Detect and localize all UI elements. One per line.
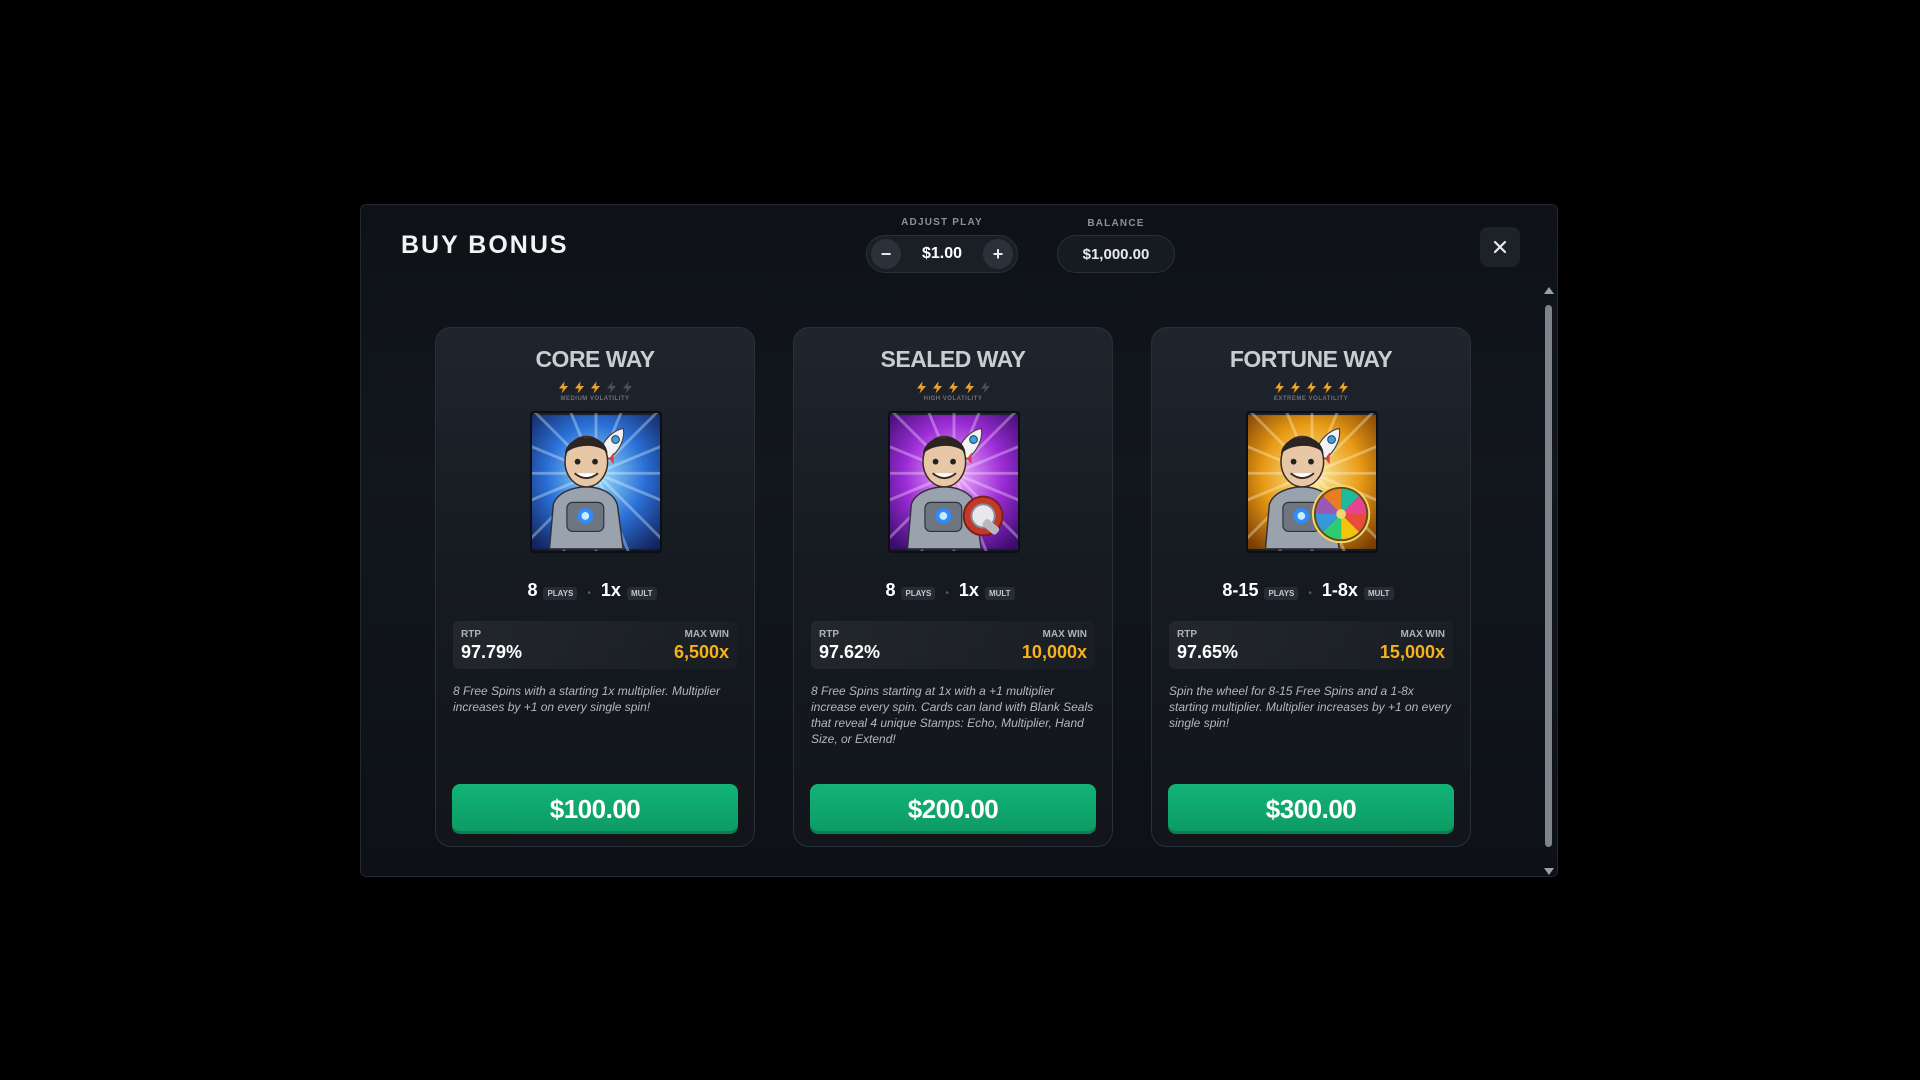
plays-count: 8-15	[1222, 580, 1259, 600]
bonus-description: Spin the wheel for 8-15 Free Spins and a…	[1169, 684, 1452, 730]
max-win-label: MAX WIN	[1400, 629, 1445, 640]
mult-unit: MULT	[1363, 587, 1394, 600]
rtp-value: 97.65%	[1177, 642, 1239, 662]
rtp-label: RTP	[461, 629, 481, 640]
plays-unit: PLAYS	[901, 587, 936, 600]
spec-row: 8 PLAYS • 1x MULT	[794, 580, 1112, 601]
lightning-bolt-icon	[932, 381, 942, 394]
lightning-bolt-icon	[574, 381, 584, 394]
plays-count: 8	[527, 580, 538, 600]
max-win-label: MAX WIN	[1042, 629, 1087, 640]
rtp-value: 97.62%	[819, 642, 881, 662]
lightning-bolt-icon	[606, 381, 616, 394]
card-title: CORE WAY	[535, 346, 655, 372]
spec-row: 8-15 PLAYS • 1-8x MULT	[1152, 580, 1470, 601]
lightning-bolt-icon	[1322, 381, 1332, 394]
plays-unit: PLAYS	[1264, 587, 1299, 600]
play-amount: $1.00	[921, 245, 963, 262]
spec-separator: •	[587, 588, 591, 599]
card-title: FORTUNE WAY	[1229, 346, 1393, 372]
spec-row: 8 PLAYS • 1x MULT	[436, 580, 754, 601]
volatility-label: EXTREME VOLATILITY	[1273, 396, 1349, 402]
mult-value: 1x	[600, 580, 621, 600]
max-win-label: MAX WIN	[684, 629, 729, 640]
volatility-rating	[436, 381, 754, 394]
lightning-bolt-icon	[558, 381, 568, 394]
balance-label: BALANCE	[1087, 218, 1145, 229]
plays-count: 8	[885, 580, 896, 600]
bonus-artwork	[888, 411, 1020, 553]
stats-panel: RTP 97.62% MAX WIN 10,000x	[811, 621, 1095, 669]
close-button[interactable]	[1480, 227, 1520, 267]
bonus-artwork	[1246, 411, 1378, 553]
rtp-value: 97.79%	[461, 642, 523, 662]
decrease-play-button[interactable]: −	[871, 239, 901, 269]
bonus-card-fortune-way: FORTUNE WAY EXTREME VOLATILITY 8-15 PLAY…	[1151, 327, 1471, 847]
lightning-bolt-icon	[980, 381, 990, 394]
plays-unit: PLAYS	[543, 587, 578, 600]
volatility-label: HIGH VOLATILITY	[923, 396, 983, 402]
scroll-up-arrow-icon[interactable]	[1544, 287, 1554, 294]
bonus-card-sealed-way: SEALED WAY HIGH VOLATILITY 8 PLAYS • 1x …	[793, 327, 1113, 847]
lightning-bolt-icon	[590, 381, 600, 394]
buy-bonus-modal: BUY BONUS ADJUST PLAY − $1.00 + BALANCE …	[360, 204, 1558, 877]
buy-button[interactable]: $100.00	[452, 784, 738, 834]
volatility-label: MEDIUM VOLATILITY	[560, 396, 630, 402]
max-win-value: 6,500x	[673, 642, 729, 662]
buy-button[interactable]: $300.00	[1168, 784, 1454, 834]
lightning-bolt-icon	[1306, 381, 1316, 394]
mult-unit: MULT	[984, 587, 1015, 600]
stats-panel: RTP 97.65% MAX WIN 15,000x	[1169, 621, 1453, 669]
bonus-card-core-way: CORE WAY MEDIUM VOLATILITY 8 PLAYS • 1x …	[435, 327, 755, 847]
lightning-bolt-icon	[622, 381, 632, 394]
spec-separator: •	[1308, 588, 1312, 599]
max-win-value: 15,000x	[1379, 642, 1445, 662]
max-win-value: 10,000x	[1021, 642, 1087, 662]
balance-value: $1,000.00	[1057, 235, 1175, 273]
lightning-bolt-icon	[964, 381, 974, 394]
rtp-label: RTP	[819, 629, 839, 640]
rtp-label: RTP	[1177, 629, 1197, 640]
mult-value: 1-8x	[1321, 580, 1358, 600]
spec-separator: •	[945, 588, 949, 599]
bonus-artwork	[530, 411, 662, 553]
character-rocket-illustration	[1248, 413, 1376, 551]
volatility-rating	[794, 381, 1112, 394]
mult-value: 1x	[958, 580, 979, 600]
card-title: SEALED WAY	[880, 346, 1026, 372]
increase-play-button[interactable]: +	[982, 239, 1013, 269]
volatility-rating	[1152, 381, 1470, 394]
scroll-down-arrow-icon[interactable]	[1544, 868, 1554, 875]
play-stepper: − $1.00 +	[866, 235, 1018, 273]
character-rocket-illustration	[890, 413, 1018, 551]
buy-button[interactable]: $200.00	[810, 784, 1096, 834]
lightning-bolt-icon	[948, 381, 958, 394]
lightning-bolt-icon	[1338, 381, 1348, 394]
adjust-play-label: ADJUST PLAY	[901, 217, 983, 228]
lightning-bolt-icon	[1290, 381, 1300, 394]
lightning-bolt-icon	[916, 381, 926, 394]
mult-unit: MULT	[626, 587, 657, 600]
lightning-bolt-icon	[1274, 381, 1284, 394]
bonus-description: 8 Free Spins with a starting 1x multipli…	[453, 684, 720, 714]
scroll-thumb[interactable]	[1545, 305, 1552, 847]
stats-panel: RTP 97.79% MAX WIN 6,500x	[453, 621, 737, 669]
modal-title: BUY BONUS	[401, 231, 569, 259]
scrollbar[interactable]	[1542, 285, 1554, 877]
bonus-description: 8 Free Spins starting at 1x with a +1 mu…	[811, 684, 1094, 746]
close-icon	[1493, 240, 1507, 254]
character-rocket-illustration	[532, 413, 660, 551]
